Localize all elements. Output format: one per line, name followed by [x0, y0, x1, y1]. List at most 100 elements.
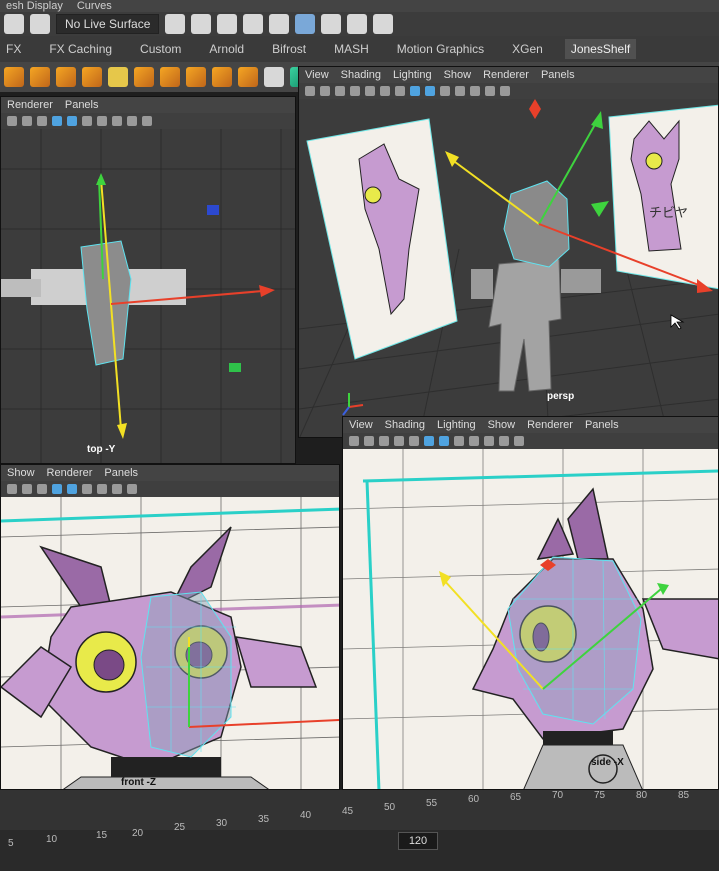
- select-mode-icon[interactable]: [30, 14, 50, 34]
- shading-icon[interactable]: [52, 484, 62, 494]
- isolate-icon[interactable]: [112, 484, 122, 494]
- light-icon[interactable]: [469, 436, 479, 446]
- smooth-shade-icon[interactable]: [425, 86, 435, 96]
- xray-icon[interactable]: [127, 484, 137, 494]
- viewport-top[interactable]: Renderer Panels top -Y: [0, 96, 296, 464]
- select-camera-icon[interactable]: [365, 86, 375, 96]
- render-icon[interactable]: [191, 14, 212, 34]
- grid-icon[interactable]: [22, 484, 32, 494]
- camera-icon[interactable]: [349, 436, 359, 446]
- camera-icon[interactable]: [305, 86, 315, 96]
- toggle-icon[interactable]: [373, 14, 394, 34]
- menu-view[interactable]: View: [305, 69, 329, 81]
- deformer-icon[interactable]: [212, 67, 232, 87]
- wireframe-icon[interactable]: [410, 86, 420, 96]
- frame-icon[interactable]: [379, 436, 389, 446]
- viewport-front-canvas[interactable]: [1, 497, 340, 790]
- xray-icon[interactable]: [127, 116, 137, 126]
- texture-icon[interactable]: [67, 116, 77, 126]
- light-icon[interactable]: [82, 116, 92, 126]
- bookmark-icon[interactable]: [394, 436, 404, 446]
- xray-icon[interactable]: [514, 436, 524, 446]
- frame-icon[interactable]: [37, 484, 47, 494]
- box-icon[interactable]: [108, 67, 128, 87]
- wireframe-icon[interactable]: [424, 436, 434, 446]
- grid-icon[interactable]: [320, 86, 330, 96]
- texture-icon[interactable]: [454, 436, 464, 446]
- menu-panels[interactable]: Panels: [104, 467, 138, 479]
- viewport-front[interactable]: Show Renderer Panels front -Z: [0, 464, 340, 790]
- texture-icon[interactable]: [440, 86, 450, 96]
- menu-lighting[interactable]: Lighting: [437, 419, 476, 431]
- tab-mash[interactable]: MASH: [328, 39, 375, 59]
- render-view-icon[interactable]: [165, 14, 186, 34]
- wrap-icon[interactable]: [238, 67, 258, 87]
- light-icon[interactable]: [455, 86, 465, 96]
- grid-icon[interactable]: [347, 14, 368, 34]
- menu-renderer[interactable]: Renderer: [483, 69, 529, 81]
- film-gate-icon[interactable]: [409, 436, 419, 446]
- camera-icon[interactable]: [7, 484, 17, 494]
- menu-renderer[interactable]: Renderer: [7, 99, 53, 111]
- viewport-persp-canvas[interactable]: チビヤ: [299, 99, 719, 438]
- tab-motion-graphics[interactable]: Motion Graphics: [391, 39, 490, 59]
- snap-icon[interactable]: [4, 14, 24, 34]
- tab-arnold[interactable]: Arnold: [203, 39, 250, 59]
- smooth-shade-icon[interactable]: [439, 436, 449, 446]
- menu-show[interactable]: Show: [488, 419, 516, 431]
- cylinder-icon[interactable]: [56, 67, 76, 87]
- grid-icon[interactable]: [22, 116, 32, 126]
- frame-icon[interactable]: [335, 86, 345, 96]
- cage-icon[interactable]: [160, 67, 180, 87]
- viewport-top-canvas[interactable]: [1, 129, 296, 464]
- menu-mesh-display[interactable]: esh Display: [6, 0, 63, 12]
- film-gate-icon[interactable]: [380, 86, 390, 96]
- shading-icon[interactable]: [52, 116, 62, 126]
- sphere-icon[interactable]: [30, 67, 50, 87]
- viewport-side-canvas[interactable]: [343, 449, 719, 790]
- texture-icon[interactable]: [67, 484, 77, 494]
- menu-panels[interactable]: Panels: [541, 69, 575, 81]
- hypershade-icon[interactable]: [269, 14, 290, 34]
- shadow-icon[interactable]: [97, 116, 107, 126]
- bookmark-icon[interactable]: [350, 86, 360, 96]
- plane-icon[interactable]: [134, 67, 154, 87]
- shadow-icon[interactable]: [97, 484, 107, 494]
- live-surface-field[interactable]: No Live Surface: [56, 14, 160, 34]
- menu-curves[interactable]: Curves: [77, 0, 112, 12]
- menu-shading[interactable]: Shading: [385, 419, 425, 431]
- menu-renderer[interactable]: Renderer: [527, 419, 573, 431]
- lattice-icon[interactable]: [186, 67, 206, 87]
- time-slider[interactable]: 5 10 15 20 25 30 35 40 45 50 55 60 65 70…: [0, 790, 719, 871]
- isolate-icon[interactable]: [112, 116, 122, 126]
- lock-icon[interactable]: [321, 14, 342, 34]
- menu-show[interactable]: Show: [7, 467, 35, 479]
- cube-icon[interactable]: [4, 67, 24, 87]
- menu-panels[interactable]: Panels: [585, 419, 619, 431]
- tab-jonesshelf[interactable]: JonesShelf: [564, 39, 637, 59]
- time-slider-ticks[interactable]: 5 10 15 20 25 30 35 40 45 50 55 60 65 70…: [0, 790, 719, 849]
- tab-custom[interactable]: Custom: [134, 39, 187, 59]
- render-settings-icon[interactable]: [243, 14, 264, 34]
- xray-icon[interactable]: [500, 86, 510, 96]
- viewport-persp[interactable]: View Shading Lighting Show Renderer Pane…: [298, 66, 719, 438]
- menu-show[interactable]: Show: [444, 69, 472, 81]
- shadow-icon[interactable]: [470, 86, 480, 96]
- viewport-side[interactable]: View Shading Lighting Show Renderer Pane…: [342, 416, 719, 790]
- menu-shading[interactable]: Shading: [341, 69, 381, 81]
- current-frame-field[interactable]: 120: [398, 832, 438, 850]
- isolate-icon[interactable]: [485, 86, 495, 96]
- resolution-gate-icon[interactable]: [395, 86, 405, 96]
- ipr-icon[interactable]: [217, 14, 238, 34]
- pencil-icon[interactable]: [82, 67, 102, 87]
- tab-xgen[interactable]: XGen: [506, 39, 549, 59]
- isolate-icon[interactable]: [499, 436, 509, 446]
- tab-fx-caching[interactable]: FX Caching: [43, 39, 118, 59]
- frame-icon[interactable]: [37, 116, 47, 126]
- xray-icon[interactable]: [295, 14, 316, 34]
- grid-icon[interactable]: [364, 436, 374, 446]
- light-icon[interactable]: [82, 484, 92, 494]
- menu-panels[interactable]: Panels: [65, 99, 99, 111]
- menu-lighting[interactable]: Lighting: [393, 69, 432, 81]
- shadow-icon[interactable]: [484, 436, 494, 446]
